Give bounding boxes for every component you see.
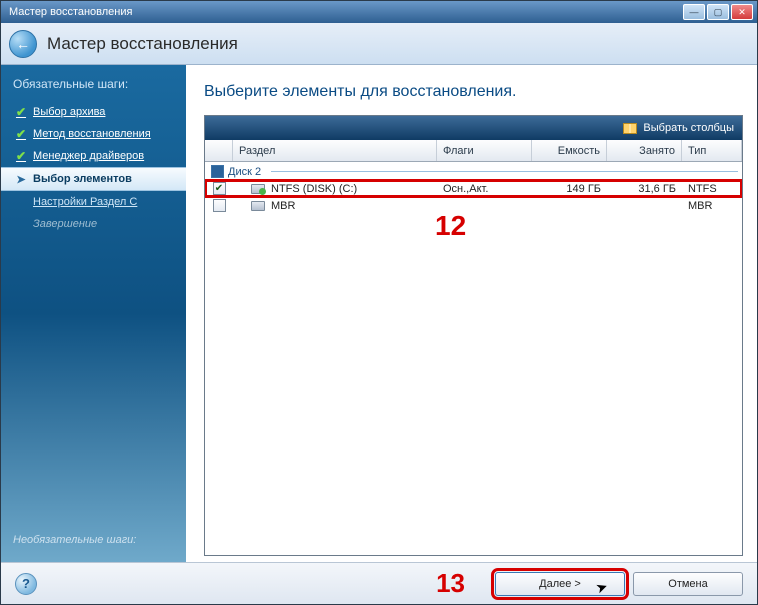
col-header-type[interactable]: Тип — [682, 140, 742, 161]
row-capacity: 149 ГБ — [566, 183, 601, 195]
row-checkbox[interactable]: ✔ — [213, 182, 226, 195]
partition-icon — [251, 184, 265, 194]
check-icon: ✔ — [15, 128, 27, 140]
grid-header: Раздел Флаги Емкость Занято Тип — [205, 140, 742, 162]
next-button[interactable]: Далее > ➤ — [495, 572, 625, 596]
row-checkbox[interactable] — [213, 199, 226, 212]
header-title: Мастер восстановления — [47, 34, 238, 54]
partition-icon — [251, 201, 265, 211]
col-header-checkbox[interactable] — [205, 140, 233, 161]
col-header-capacity[interactable]: Емкость — [532, 140, 607, 161]
back-button[interactable]: ← — [9, 30, 37, 58]
sidebar-optional-label: Необязательные шаги: — [1, 524, 186, 562]
main-heading: Выберите элементы для восстановления. — [204, 75, 743, 115]
sidebar-item-method[interactable]: ✔ Метод восстановления — [1, 123, 186, 145]
sidebar-item-label: Настройки Раздел C — [33, 196, 137, 208]
sidebar-item-label: Метод восстановления — [33, 128, 151, 140]
sidebar-item-label: Завершение — [33, 218, 97, 230]
row-flags: Осн.,Акт. — [443, 183, 488, 195]
col-header-used[interactable]: Занято — [607, 140, 682, 161]
sidebar-mandatory-label: Обязательные шаги: — [1, 71, 186, 101]
back-arrow-icon: ← — [16, 36, 30, 52]
sidebar-item-label: Выбор элементов — [33, 173, 132, 185]
maximize-button[interactable]: ▢ — [707, 4, 729, 20]
sidebar: Обязательные шаги: ✔ Выбор архива ✔ Мето… — [1, 65, 186, 562]
row-used: 31,6 ГБ — [638, 183, 676, 195]
sidebar-sub-partition-c[interactable]: Настройки Раздел C — [1, 191, 186, 213]
columns-icon — [623, 123, 637, 134]
cancel-button[interactable]: Отмена — [633, 572, 743, 596]
minimize-button[interactable]: — — [683, 4, 705, 20]
sidebar-item-drivers[interactable]: ✔ Менеджер драйверов — [1, 145, 186, 167]
col-header-partition[interactable]: Раздел — [233, 140, 437, 161]
choose-columns-button[interactable]: Выбрать столбцы — [643, 122, 734, 134]
check-icon: ✔ — [15, 150, 27, 162]
disk-group-row[interactable]: Диск 2 — [205, 162, 742, 180]
main-panel: Выберите элементы для восстановления. Вы… — [186, 65, 757, 562]
window-title: Мастер восстановления — [5, 6, 683, 18]
grid-toolbar: Выбрать столбцы — [205, 116, 742, 140]
body: Обязательные шаги: ✔ Выбор архива ✔ Мето… — [1, 65, 757, 562]
sidebar-item-elements[interactable]: ➤ Выбор элементов — [1, 167, 186, 191]
help-icon: ? — [22, 576, 30, 591]
disk-checkbox[interactable] — [211, 165, 224, 178]
sidebar-item-finish: Завершение — [1, 213, 186, 235]
annotation-13: 13 — [436, 568, 465, 599]
row-type: NTFS — [688, 183, 717, 195]
partition-grid: Выбрать столбцы Раздел Флаги Емкость Зан… — [204, 115, 743, 556]
titlebar: Мастер восстановления — ▢ ✕ — [1, 1, 757, 23]
col-header-flags[interactable]: Флаги — [437, 140, 532, 161]
header: ← Мастер восстановления — [1, 23, 757, 65]
sidebar-item-label: Менеджер драйверов — [33, 150, 144, 162]
help-button[interactable]: ? — [15, 573, 37, 595]
arrow-right-icon: ➤ — [15, 173, 27, 185]
row-name: NTFS (DISK) (C:) — [271, 183, 357, 195]
footer: ? 13 Далее > ➤ Отмена — [1, 562, 757, 604]
disk-label: Диск 2 — [228, 166, 261, 178]
window-frame: Мастер восстановления — ▢ ✕ ← Мастер вос… — [0, 0, 758, 605]
row-name: MBR — [271, 200, 295, 212]
close-button[interactable]: ✕ — [731, 4, 753, 20]
sidebar-item-label: Выбор архива — [33, 106, 105, 118]
next-button-label: Далее > — [539, 578, 581, 590]
sidebar-item-archive[interactable]: ✔ Выбор архива — [1, 101, 186, 123]
row-type: MBR — [688, 200, 712, 212]
check-icon: ✔ — [15, 106, 27, 118]
table-row[interactable]: ✔ NTFS (DISK) (C:) Осн.,Акт. 149 ГБ 31,6… — [205, 180, 742, 197]
divider — [271, 171, 738, 172]
table-row[interactable]: MBR MBR — [205, 197, 742, 214]
grid-body: Диск 2 ✔ NTFS (DISK) (C:) Осн.,Акт. 149 … — [205, 162, 742, 555]
cancel-button-label: Отмена — [668, 578, 707, 590]
annotation-12: 12 — [435, 210, 466, 242]
window-buttons: — ▢ ✕ — [683, 4, 753, 20]
cursor-icon: ➤ — [594, 577, 611, 597]
